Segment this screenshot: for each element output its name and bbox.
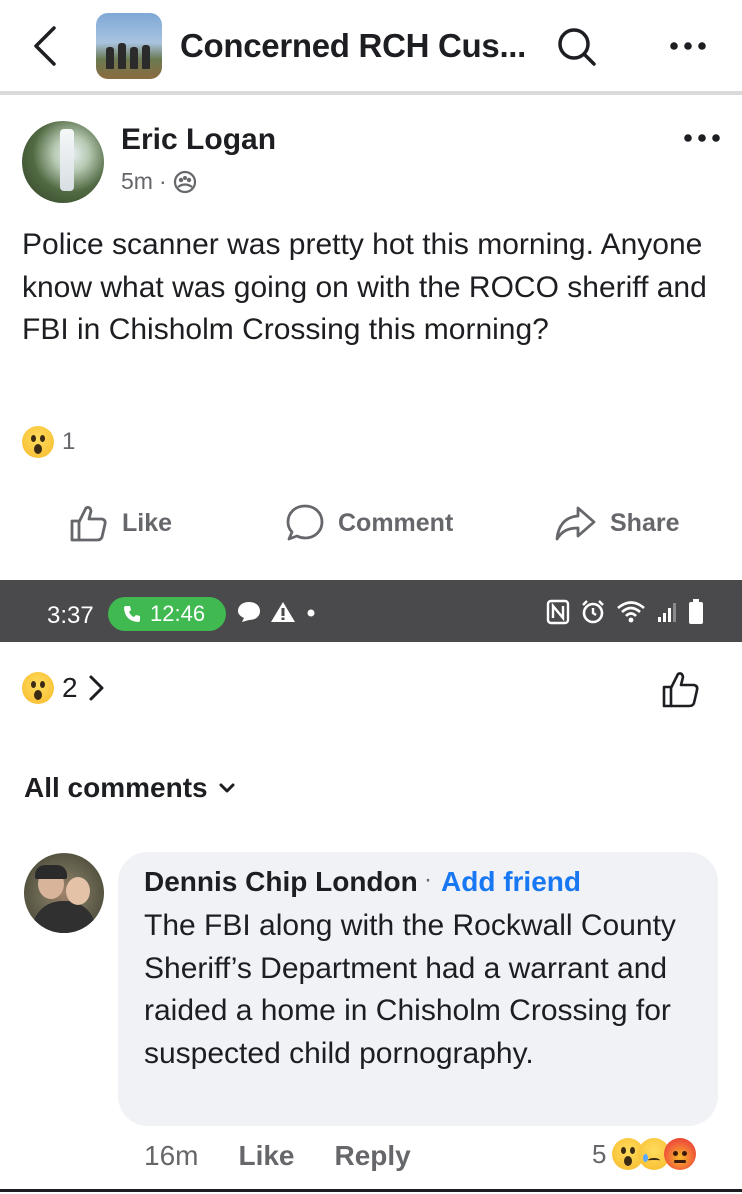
- commenter-avatar[interactable]: [24, 853, 104, 933]
- battery-icon: [689, 599, 703, 624]
- comment-name-separator: ·: [424, 866, 432, 893]
- search-icon[interactable]: [556, 26, 598, 68]
- group-thumbnail[interactable]: [96, 13, 162, 79]
- comment-filter-label: All comments: [24, 772, 208, 803]
- comment-reactions[interactable]: 5: [592, 1138, 697, 1170]
- like-button[interactable]: Like: [68, 496, 172, 550]
- phone-status-bar: 3:37 12:46: [0, 580, 742, 642]
- wow-reaction-icon: [22, 672, 54, 704]
- call-duration: 12:46: [150, 601, 206, 626]
- group-title[interactable]: Concerned RCH Cus...: [180, 27, 526, 65]
- like-thumb-icon[interactable]: [660, 668, 702, 710]
- status-time: 3:37: [47, 602, 94, 629]
- comment-reaction-count: 5: [592, 1138, 607, 1169]
- dot-icon: [307, 609, 315, 617]
- comment-time: 16m: [144, 1140, 199, 1171]
- group-header: Concerned RCH Cus...: [0, 0, 742, 92]
- reactions-summary-count: 2: [62, 672, 78, 703]
- post-author-name[interactable]: Eric Logan: [121, 123, 276, 157]
- comment-like-button[interactable]: Like: [238, 1140, 294, 1172]
- phone-call-icon: [124, 606, 140, 622]
- header-divider: [0, 91, 742, 95]
- post-more-options-icon[interactable]: [680, 130, 724, 146]
- share-arrow-icon: [555, 506, 596, 541]
- comment-filter-dropdown[interactable]: All comments: [24, 772, 236, 804]
- comment-reply-button[interactable]: Reply: [335, 1140, 411, 1172]
- wow-reaction-icon: [22, 426, 54, 458]
- post-meta: 5m ·: [121, 168, 197, 195]
- more-options-icon[interactable]: [666, 36, 710, 56]
- chevron-down-icon: [219, 783, 235, 793]
- comment-bubble-icon: [286, 504, 324, 541]
- meta-separator: ·: [158, 168, 167, 194]
- warning-icon: [271, 602, 295, 622]
- comment-footer: 16m Like Reply: [144, 1140, 411, 1172]
- reactions-summary-button[interactable]: 2: [22, 672, 106, 704]
- like-label: Like: [122, 508, 173, 537]
- nfc-icon: [546, 599, 570, 625]
- comment-label: Comment: [338, 508, 454, 537]
- post-reaction-count: 1: [62, 428, 76, 455]
- back-chevron-icon[interactable]: [30, 24, 60, 68]
- post-body-text: Police scanner was pretty hot this morni…: [22, 228, 707, 346]
- post-time[interactable]: 5m: [121, 168, 153, 195]
- ongoing-call-pill[interactable]: 12:46: [108, 597, 226, 631]
- comment-text: The FBI along with the Rockwall County S…: [144, 909, 676, 1070]
- chevron-right-icon: [89, 675, 104, 701]
- angry-reaction-icon: [664, 1138, 697, 1170]
- bottom-divider: [0, 1189, 742, 1192]
- chat-bubble-icon: [238, 602, 260, 622]
- post-reactions-summary[interactable]: 1: [22, 426, 75, 458]
- like-thumb-icon: [70, 506, 107, 542]
- status-icons-left: [236, 600, 318, 624]
- share-button[interactable]: Share: [554, 496, 679, 550]
- group-members-icon: [173, 170, 196, 193]
- author-avatar[interactable]: [22, 121, 104, 203]
- add-friend-link[interactable]: Add friend: [441, 866, 581, 898]
- post-action-bar: Like Comment Share: [0, 496, 742, 550]
- comment-button[interactable]: Comment: [284, 496, 453, 550]
- wifi-icon: [617, 601, 645, 623]
- share-label: Share: [610, 508, 680, 537]
- alarm-icon: [582, 600, 604, 624]
- signal-icon: [658, 603, 676, 622]
- status-icons-right: [546, 598, 704, 626]
- commenter-name[interactable]: Dennis Chip London: [144, 866, 418, 898]
